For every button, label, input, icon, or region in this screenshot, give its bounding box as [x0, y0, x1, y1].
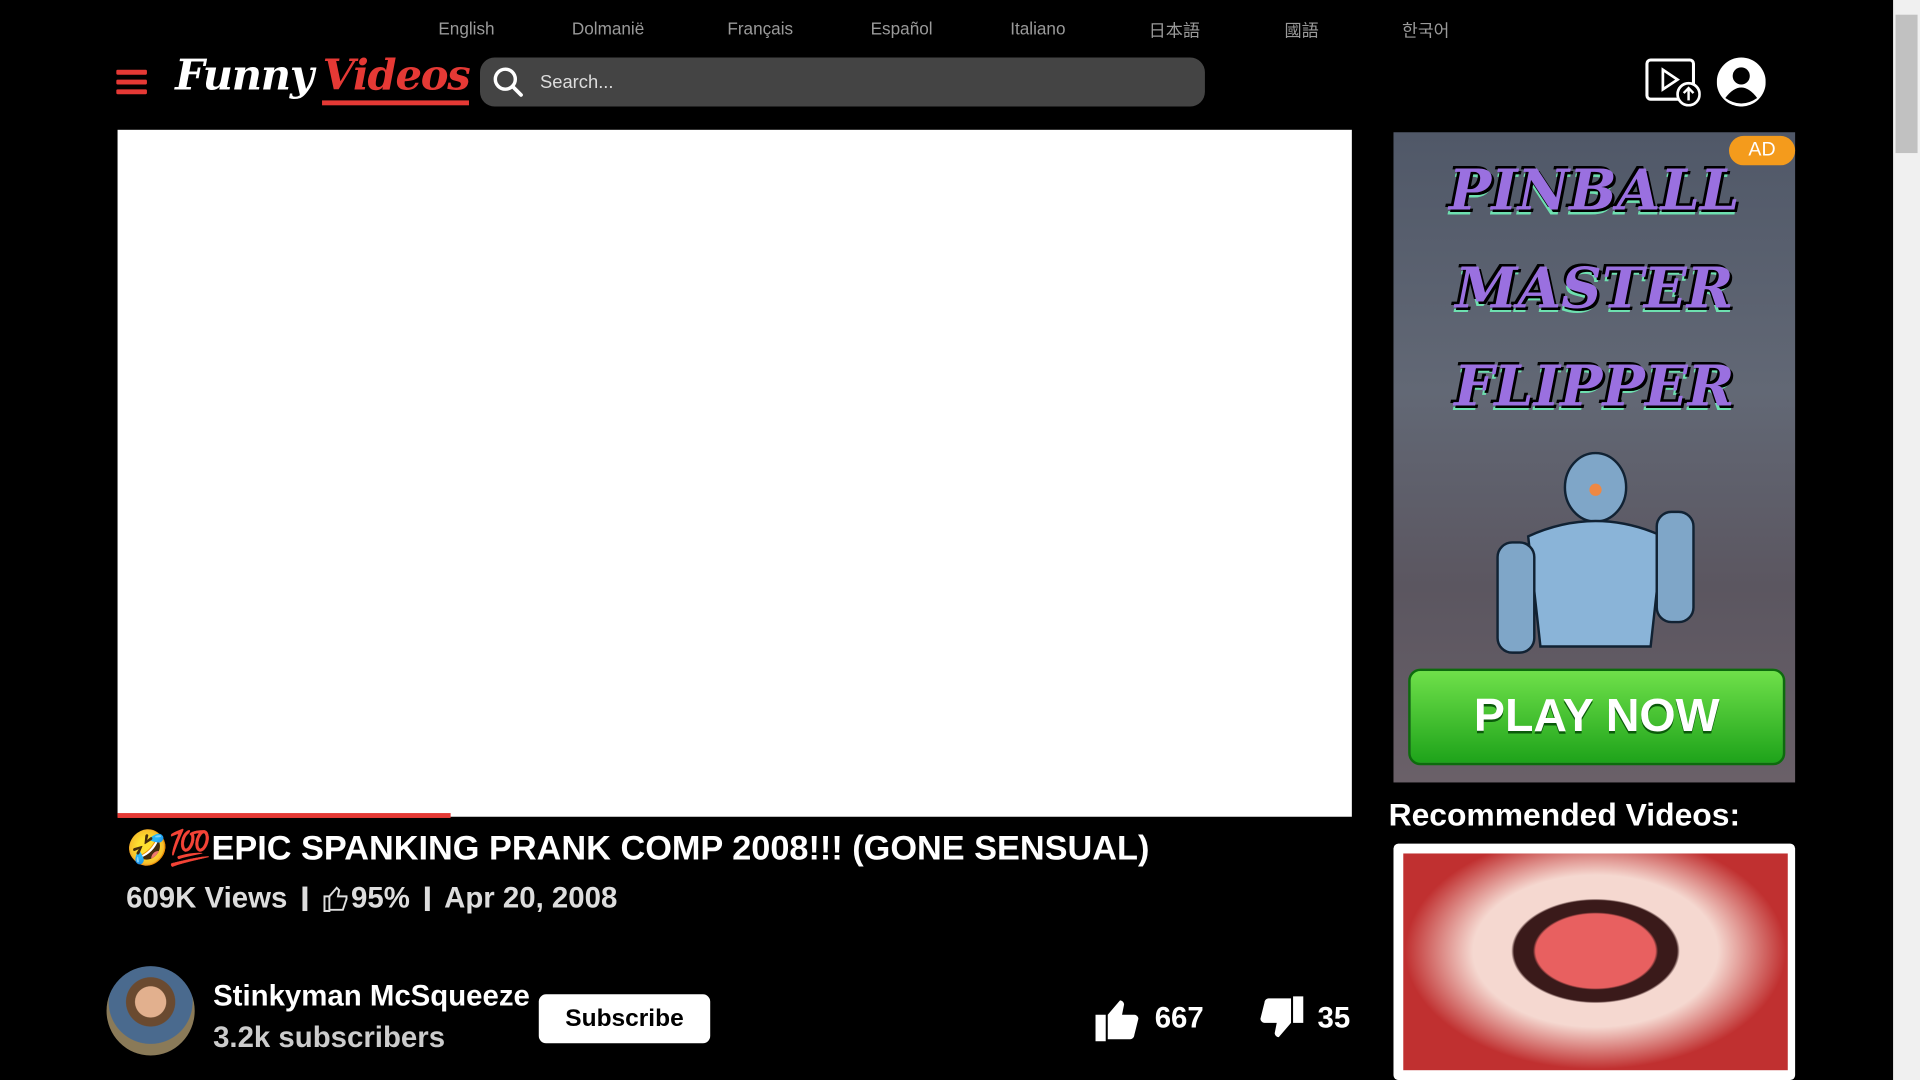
hamburger-menu-icon[interactable] [116, 69, 147, 95]
site-logo[interactable]: Funny Videos [175, 51, 471, 106]
search-icon[interactable] [491, 65, 525, 99]
rating-percent: 95% [351, 881, 410, 915]
recommended-heading: Recommended Videos: [1388, 795, 1741, 833]
video-progress-fill [117, 813, 451, 818]
thumbs-up-outline-icon [323, 886, 348, 913]
thumbs-up-icon [1095, 1000, 1139, 1042]
lang-korean[interactable]: 한국어 [1402, 18, 1449, 42]
video-player[interactable] [117, 129, 1352, 817]
logo-funny: Funny [175, 51, 314, 101]
scrollbar-thumb[interactable] [1895, 14, 1918, 154]
play-now-button[interactable]: PLAY NOW [1408, 668, 1786, 766]
robot-illustration [1496, 451, 1695, 654]
lang-italian[interactable]: Italiano [1010, 18, 1065, 38]
lang-spanish[interactable]: Español [871, 18, 933, 38]
recommended-video-thumbnail[interactable] [1393, 843, 1796, 1080]
thumbnail-image [1403, 853, 1788, 1071]
channel-avatar[interactable] [106, 966, 195, 1056]
divider [424, 886, 430, 912]
ad-title-line: FLIPPER [1454, 352, 1735, 419]
scrollbar[interactable] [1893, 0, 1920, 1080]
lang-chinese[interactable]: 國語 [1285, 18, 1319, 42]
page: English Dolmanië Français Español Italia… [0, 0, 1920, 1080]
video-title: 🤣💯EPIC SPANKING PRANK COMP 2008!!! (GONE… [126, 828, 1150, 867]
channel-name[interactable]: Stinkyman McSqueeze [213, 980, 530, 1014]
like-button[interactable]: 667 [1093, 994, 1204, 1043]
ad-title-line: PINBALL [1448, 156, 1740, 223]
upload-video-icon[interactable] [1645, 58, 1701, 107]
video-meta: 609K Views 95% Apr 20, 2008 [126, 882, 617, 916]
like-count: 667 [1154, 1001, 1204, 1035]
search-bar [480, 57, 1205, 107]
lang-french[interactable]: Français [727, 18, 793, 38]
lang-dolmanie[interactable]: Dolmanië [572, 18, 644, 38]
lang-english[interactable]: English [438, 18, 494, 38]
ad-banner[interactable]: PINBALL MASTER FLIPPER PLAY NOW [1393, 132, 1796, 783]
lang-japanese[interactable]: 日本語 [1149, 18, 1200, 42]
subscribe-button[interactable]: Subscribe [538, 994, 711, 1044]
view-count: 609K Views [126, 881, 288, 915]
logo-videos: Videos [322, 51, 471, 106]
thumbs-down-icon [1260, 996, 1304, 1038]
video-progress-bar[interactable] [117, 813, 1352, 818]
subscriber-count: 3.2k subscribers [213, 1021, 446, 1055]
search-input[interactable] [537, 70, 1180, 94]
dislike-count: 35 [1317, 1001, 1351, 1035]
upload-date: Apr 20, 2008 [444, 881, 618, 915]
ad-title-line: MASTER [1455, 254, 1734, 321]
divider [302, 886, 307, 912]
dislike-button[interactable]: 35 [1256, 994, 1350, 1043]
user-account-icon[interactable] [1716, 57, 1766, 107]
ad-badge: AD [1728, 135, 1796, 166]
